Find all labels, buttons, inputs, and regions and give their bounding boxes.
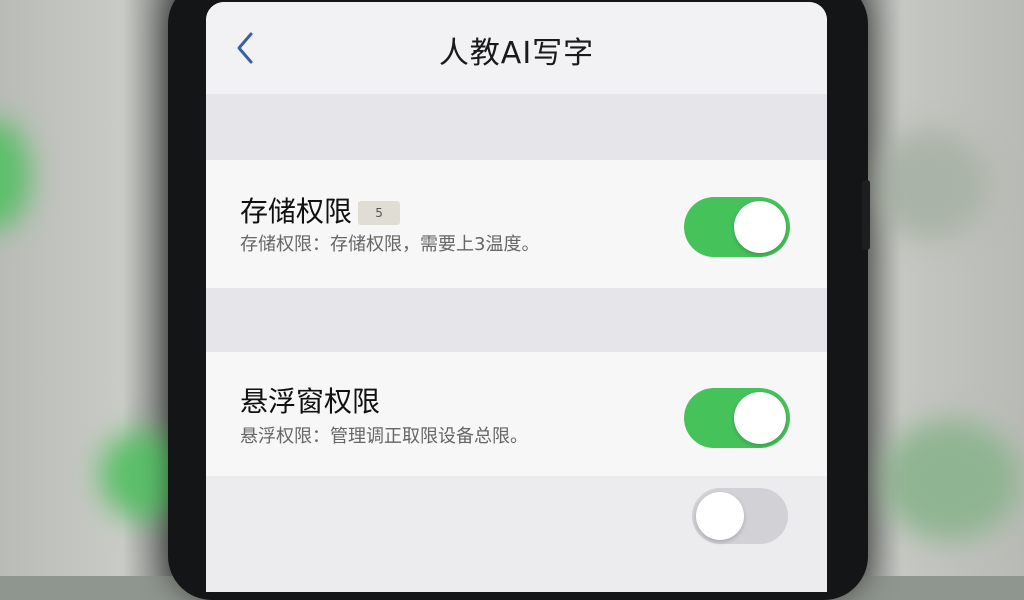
row-title: 悬浮窗权限 xyxy=(240,385,381,418)
settings-row-overlay: 悬浮窗权限 悬浮权限：管理调正取限设备总限。 xyxy=(206,352,827,476)
overlay-permission-toggle[interactable] xyxy=(684,388,790,448)
bg-blob xyxy=(0,120,30,230)
toggle-knob xyxy=(734,201,786,253)
row-subtitle: 存储权限：存储权限，需要上3温度。 xyxy=(240,234,540,255)
row-title-wrapper: 存储权限 5 xyxy=(240,190,401,230)
toggle-knob xyxy=(696,492,744,540)
row-subtitle: 悬浮权限：管理调正取限设备总限。 xyxy=(240,426,528,447)
bg-blob xyxy=(870,130,990,240)
nav-bar: 人教AI写字 xyxy=(206,2,827,94)
settings-screen: 人教AI写字 存储权限 5 存储权限：存储权限，需要上3温度。 悬浮窗权限 悬浮权… xyxy=(206,2,827,592)
row-title: 存储权限 xyxy=(240,195,353,228)
third-permission-toggle[interactable] xyxy=(692,488,788,544)
toggle-knob xyxy=(734,392,786,444)
settings-row-third xyxy=(206,476,827,592)
storage-permission-toggle[interactable] xyxy=(684,197,790,257)
bg-blob xyxy=(880,420,1020,540)
page-title: 人教AI写字 xyxy=(438,36,595,71)
settings-row-storage: 存储权限 5 存储权限：存储权限，需要上3温度。 xyxy=(206,160,827,288)
phone-side-button xyxy=(862,180,870,250)
badge: 5 xyxy=(358,201,401,225)
